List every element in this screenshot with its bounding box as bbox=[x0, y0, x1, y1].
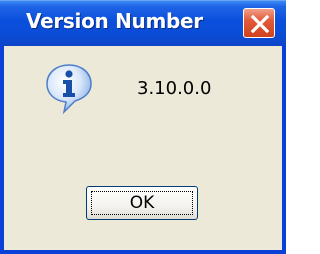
ok-button[interactable]: OK bbox=[86, 186, 198, 220]
dialog-window: Version Number 3.10.0.0 OK bbox=[0, 0, 286, 254]
dialog-body: 3.10.0.0 OK bbox=[4, 46, 282, 250]
title-bar[interactable]: Version Number bbox=[0, 0, 286, 46]
window-title: Version Number bbox=[26, 9, 203, 33]
close-icon bbox=[250, 14, 270, 34]
info-icon bbox=[44, 62, 94, 115]
version-value: 3.10.0.0 bbox=[137, 78, 212, 99]
close-button[interactable] bbox=[243, 8, 275, 38]
ok-button-label: OK bbox=[129, 193, 155, 213]
